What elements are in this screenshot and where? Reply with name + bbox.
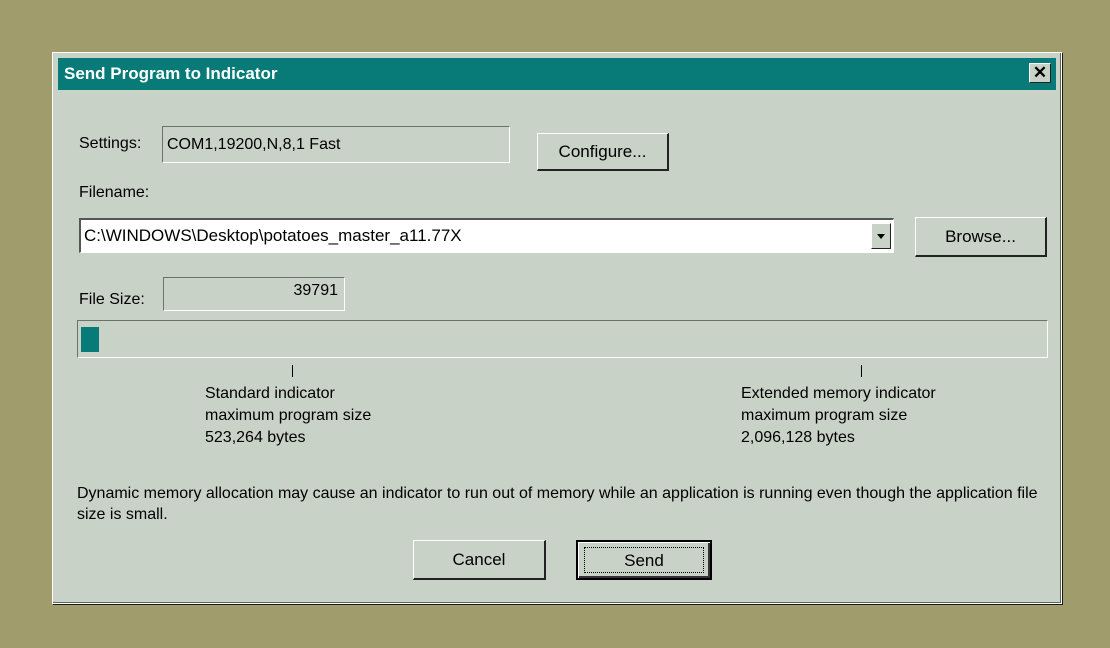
filename-combobox[interactable]: C:\WINDOWS\Desktop\potatoes_master_a11.7… — [79, 218, 894, 253]
filename-value[interactable]: C:\WINDOWS\Desktop\potatoes_master_a11.7… — [84, 226, 462, 246]
close-icon: ✕ — [1032, 63, 1048, 82]
standard-indicator-line2: maximum program size — [205, 407, 372, 424]
configure-button[interactable]: Configure... — [537, 133, 669, 171]
title-bar[interactable]: Send Program to Indicator ✕ — [58, 58, 1056, 90]
extended-indicator-line2: maximum program size — [741, 407, 908, 424]
extended-indicator-line1: Extended memory indicator — [741, 385, 936, 402]
cancel-button[interactable]: Cancel — [413, 540, 546, 580]
send-program-dialog: Send Program to Indicator ✕ Settings: CO… — [52, 52, 1062, 604]
extended-indicator-info: Extended memory indicator maximum progra… — [741, 383, 936, 449]
standard-indicator-info: Standard indicator maximum program size … — [205, 383, 371, 449]
extended-limit-tick — [861, 365, 862, 377]
standard-indicator-line3: 523,264 bytes — [205, 429, 306, 446]
filename-label: Filename: — [79, 184, 150, 201]
settings-label: Settings: — [79, 135, 142, 152]
extended-indicator-line3: 2,096,128 bytes — [741, 429, 855, 446]
close-button[interactable]: ✕ — [1029, 63, 1051, 83]
settings-field: COM1,19200,N,8,1 Fast — [162, 126, 510, 163]
file-size-label: File Size: — [79, 291, 145, 308]
standard-limit-tick — [292, 365, 293, 377]
file-size-value: 39791 — [293, 282, 339, 299]
progress-fill — [81, 327, 99, 352]
send-button[interactable]: Send — [576, 540, 712, 580]
dropdown-arrow-button[interactable] — [871, 223, 891, 249]
window-title: Send Program to Indicator — [64, 64, 278, 83]
standard-indicator-line1: Standard indicator — [205, 385, 335, 402]
browse-button[interactable]: Browse... — [915, 217, 1047, 257]
settings-value: COM1,19200,N,8,1 Fast — [167, 136, 341, 153]
file-size-progress-bar — [77, 320, 1048, 358]
file-size-field: 39791 — [163, 277, 345, 311]
memory-warning-note: Dynamic memory allocation may cause an i… — [77, 485, 1038, 523]
send-button-label: Send — [584, 547, 704, 573]
